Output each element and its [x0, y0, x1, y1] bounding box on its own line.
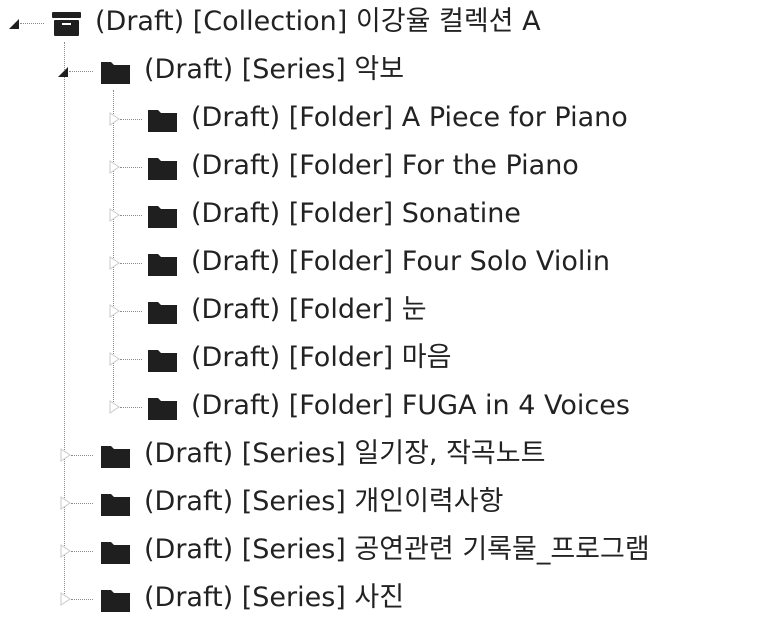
collapsed-toggle-icon[interactable]	[108, 350, 120, 368]
collapsed-toggle-icon[interactable]	[59, 542, 71, 560]
tree-node-label[interactable]: (Draft) [Series] 사진	[144, 581, 404, 615]
tree-connector-line	[71, 455, 93, 456]
folder-icon	[99, 490, 133, 518]
tree-connector-line	[120, 167, 142, 168]
tree-node-label[interactable]: (Draft) [Folder] 마음	[191, 341, 451, 375]
tree-connector-line	[120, 215, 142, 216]
tree-node-folder[interactable]: (Draft) [Folder] FUGA in 4 Voices	[0, 384, 762, 432]
collapsed-toggle-icon[interactable]	[108, 302, 120, 320]
folder-icon	[146, 202, 180, 230]
folder-icon	[146, 106, 180, 134]
tree-node-label[interactable]: (Draft) [Series] 개인이력사항	[144, 485, 503, 519]
collapsed-toggle-icon[interactable]	[108, 158, 120, 176]
expanded-toggle-icon[interactable]	[8, 14, 20, 32]
tree-node-label[interactable]: (Draft) [Series] 일기장, 작곡노트	[144, 437, 545, 471]
tree-connector-line	[20, 23, 44, 24]
folder-icon	[99, 538, 133, 566]
collection-tree: (Draft) [Collection] 이강율 컬렉션 A (Draft) […	[0, 0, 762, 644]
archive-box-icon	[50, 10, 84, 38]
collapsed-toggle-icon[interactable]	[108, 110, 120, 128]
collapsed-toggle-icon[interactable]	[59, 494, 71, 512]
tree-node-series-music[interactable]: (Draft) [Series] 악보	[0, 48, 762, 96]
tree-connector-line	[120, 263, 142, 264]
collapsed-toggle-icon[interactable]	[108, 398, 120, 416]
tree-node-series[interactable]: (Draft) [Series] 공연관련 기록물_프로그램	[0, 528, 762, 576]
collapsed-toggle-icon[interactable]	[108, 206, 120, 224]
tree-node-label[interactable]: (Draft) [Series] 악보	[144, 53, 404, 87]
tree-node-label[interactable]: (Draft) [Folder] Sonatine	[191, 197, 521, 231]
tree-node-collection-root[interactable]: (Draft) [Collection] 이강율 컬렉션 A	[0, 0, 762, 48]
collapsed-toggle-icon[interactable]	[59, 446, 71, 464]
tree-node-series[interactable]: (Draft) [Series] 개인이력사항	[0, 480, 762, 528]
folder-icon	[146, 346, 180, 374]
tree-node-label[interactable]: (Draft) [Folder] A Piece for Piano	[191, 101, 628, 135]
folder-icon	[99, 586, 133, 614]
tree-node-folder[interactable]: (Draft) [Folder] 눈	[0, 288, 762, 336]
tree-node-folder[interactable]: (Draft) [Folder] A Piece for Piano	[0, 96, 762, 144]
tree-connector-line	[71, 599, 93, 600]
expanded-toggle-icon[interactable]	[57, 62, 69, 80]
tree-connector-line	[120, 407, 142, 408]
folder-icon	[146, 298, 180, 326]
folder-icon	[99, 442, 133, 470]
tree-node-label[interactable]: (Draft) [Folder] FUGA in 4 Voices	[191, 389, 630, 423]
tree-node-folder[interactable]: (Draft) [Folder] Sonatine	[0, 192, 762, 240]
folder-icon	[146, 250, 180, 278]
folder-icon	[146, 394, 180, 422]
tree-node-series[interactable]: (Draft) [Series] 사진	[0, 576, 762, 624]
tree-node-label[interactable]: (Draft) [Collection] 이강율 컬렉션 A	[95, 5, 541, 39]
tree-connector-line	[120, 359, 142, 360]
tree-node-label[interactable]: (Draft) [Folder] For the Piano	[191, 149, 579, 183]
tree-node-label[interactable]: (Draft) [Folder] 눈	[191, 293, 427, 327]
tree-node-folder[interactable]: (Draft) [Folder] For the Piano	[0, 144, 762, 192]
tree-connector-line	[69, 71, 93, 72]
tree-node-label[interactable]: (Draft) [Series] 공연관련 기록물_프로그램	[144, 533, 650, 567]
tree-node-folder[interactable]: (Draft) [Folder] Four Solo Violin	[0, 240, 762, 288]
tree-node-folder[interactable]: (Draft) [Folder] 마음	[0, 336, 762, 384]
folder-icon	[146, 154, 180, 182]
tree-connector-line	[120, 311, 142, 312]
tree-connector-line	[71, 503, 93, 504]
tree-connector-line	[71, 551, 93, 552]
folder-icon	[99, 58, 133, 86]
collapsed-toggle-icon[interactable]	[108, 254, 120, 272]
tree-node-series[interactable]: (Draft) [Series] 일기장, 작곡노트	[0, 432, 762, 480]
collapsed-toggle-icon[interactable]	[59, 590, 71, 608]
tree-connector-line	[120, 119, 142, 120]
tree-node-label[interactable]: (Draft) [Folder] Four Solo Violin	[191, 245, 610, 279]
